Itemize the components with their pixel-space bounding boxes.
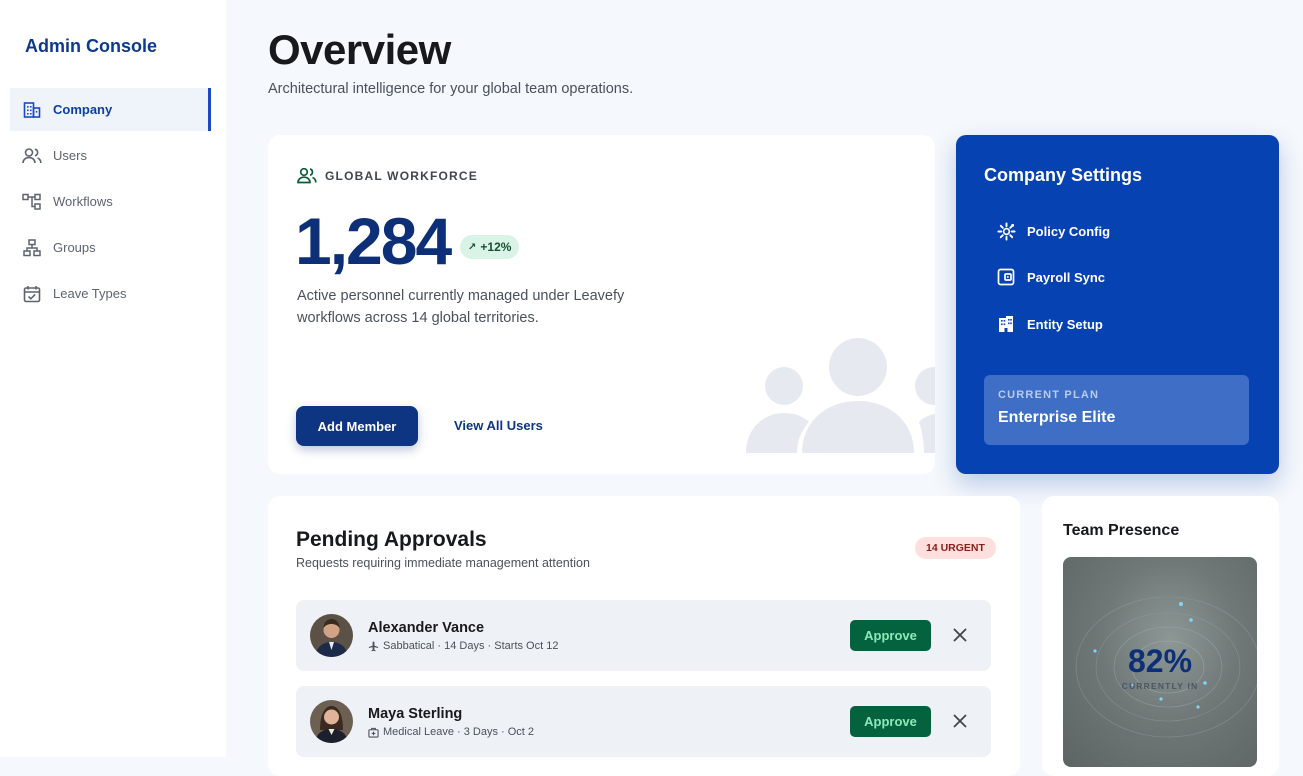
- users-icon: [297, 167, 317, 184]
- request-meta-text: Sabbatical · 14 Days · Starts Oct 12: [383, 640, 559, 652]
- trend-badge: ↗ +12%: [460, 235, 520, 259]
- building-icon: [22, 100, 42, 120]
- medical-bag-icon: [368, 727, 379, 738]
- workforce-count: 1,284: [295, 204, 452, 278]
- requester-name: Maya Sterling: [368, 706, 463, 722]
- reject-button[interactable]: [948, 623, 972, 647]
- people-illustration-icon: [746, 338, 935, 453]
- sidebar-item-label: Leave Types: [53, 286, 127, 301]
- policy-config-link[interactable]: Policy Config: [996, 221, 1110, 241]
- workflow-icon: [22, 192, 42, 212]
- sidebar-item-groups[interactable]: Groups: [10, 226, 211, 269]
- sidebar: Admin Console Company Users Workflows Gr…: [0, 0, 226, 757]
- page-subtitle: Architectural intelligence for your glob…: [268, 81, 634, 97]
- avatar: [310, 700, 353, 743]
- request-meta: Medical Leave · 3 Days · Oct 2: [368, 726, 534, 738]
- settings-title: Company Settings: [984, 165, 1143, 185]
- trend-up-icon: ↗: [468, 241, 477, 253]
- sidebar-nav: Company Users Workflows Groups Leave Typ…: [10, 88, 211, 318]
- sidebar-item-label: Company: [53, 102, 113, 117]
- avatar: [310, 614, 353, 657]
- presence-visual: 82% CURRENTLY IN: [1063, 557, 1257, 767]
- gear-icon: [996, 221, 1016, 241]
- request-meta: Sabbatical · 14 Days · Starts Oct 12: [368, 640, 558, 652]
- payroll-sync-link[interactable]: Payroll Sync: [996, 267, 1105, 287]
- sidebar-item-label: Groups: [53, 240, 96, 255]
- team-presence-card: Team Presence 82% CURRENTLY IN: [1042, 496, 1279, 776]
- approve-button[interactable]: Approve: [850, 706, 931, 737]
- building-icon: [996, 314, 1016, 334]
- page-title: Overview: [268, 26, 451, 73]
- calendar-check-icon: [22, 284, 42, 304]
- approvals-subtitle: Requests requiring immediate management …: [296, 556, 590, 570]
- sidebar-item-label: Users: [53, 148, 87, 163]
- groups-icon: [22, 238, 42, 258]
- plan-label: CURRENT PLAN: [998, 389, 1100, 401]
- sidebar-item-company[interactable]: Company: [10, 88, 211, 131]
- sidebar-item-users[interactable]: Users: [10, 134, 211, 177]
- workforce-label-text: GLOBAL WORKFORCE: [325, 168, 478, 183]
- entity-setup-label: Entity Setup: [1027, 316, 1103, 332]
- presence-title: Team Presence: [1063, 522, 1180, 539]
- workforce-label: GLOBAL WORKFORCE: [297, 167, 478, 184]
- policy-config-label: Policy Config: [1027, 223, 1111, 239]
- add-member-button[interactable]: Add Member: [296, 406, 418, 446]
- reject-button[interactable]: [948, 709, 972, 733]
- approvals-title: Pending Approvals: [296, 528, 487, 551]
- workforce-card: GLOBAL WORKFORCE 1,284 ↗ +12% Active per…: [268, 135, 935, 474]
- users-icon: [22, 146, 42, 166]
- payroll-sync-label: Payroll Sync: [1027, 269, 1106, 285]
- approve-button[interactable]: Approve: [850, 620, 931, 651]
- workforce-description: Active personnel currently managed under…: [297, 288, 625, 326]
- sidebar-item-leave-types[interactable]: Leave Types: [10, 272, 211, 315]
- approval-row: Alexander Vance Sabbatical · 14 Days · S…: [296, 600, 991, 671]
- presence-percent: 82%: [1127, 643, 1193, 679]
- trend-value: +12%: [480, 240, 512, 254]
- company-settings-card: Company Settings Policy Config Payroll S…: [956, 135, 1279, 474]
- close-icon: [953, 714, 967, 728]
- approval-row: Maya Sterling Medical Leave · 3 Days · O…: [296, 686, 991, 757]
- pending-approvals-card: Pending Approvals Requests requiring imm…: [268, 496, 1020, 776]
- current-plan-box: CURRENT PLAN Enterprise Elite: [984, 375, 1249, 445]
- view-all-users-link[interactable]: View All Users: [454, 418, 543, 433]
- brand-title: Admin Console: [25, 36, 158, 56]
- close-icon: [953, 628, 967, 642]
- wallet-icon: [996, 267, 1016, 287]
- sidebar-item-label: Workflows: [53, 194, 113, 209]
- requester-name: Alexander Vance: [368, 620, 485, 636]
- entity-setup-link[interactable]: Entity Setup: [996, 314, 1103, 334]
- sidebar-item-workflows[interactable]: Workflows: [10, 180, 211, 223]
- urgent-badge: 14 URGENT: [915, 537, 996, 559]
- plane-icon: [368, 640, 379, 652]
- presence-label: CURRENTLY IN: [1121, 681, 1199, 691]
- request-meta-text: Medical Leave · 3 Days · Oct 2: [383, 726, 535, 738]
- plan-name: Enterprise Elite: [998, 409, 1116, 426]
